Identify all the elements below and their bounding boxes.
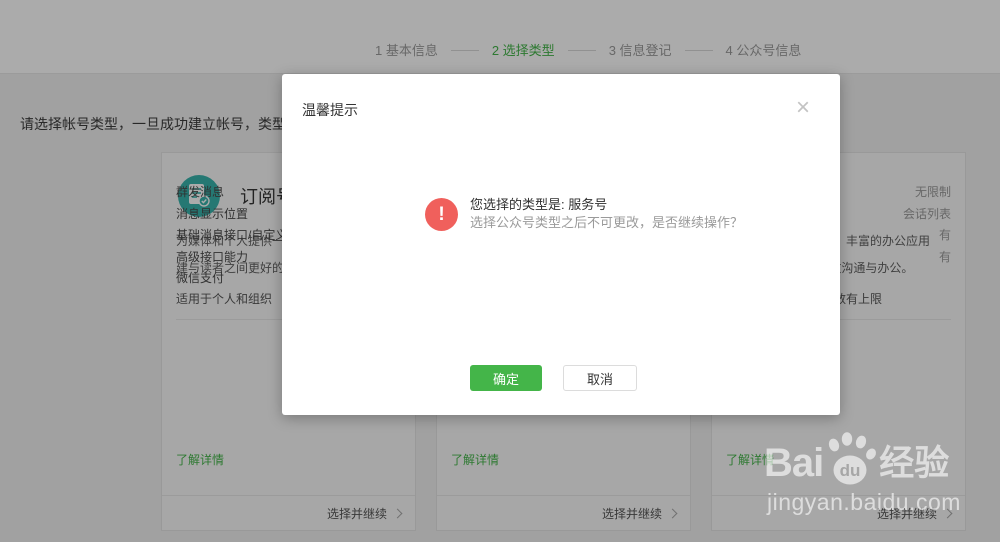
confirm-dialog: 温馨提示 × ! 您选择的类型是: 服务号 选择公众号类型之后不可更改，是否继续… xyxy=(282,74,840,415)
alert-icon: ! xyxy=(425,198,458,231)
dialog-title: 温馨提示 xyxy=(302,102,358,118)
confirm-button[interactable]: 确定 xyxy=(470,365,542,391)
cancel-button[interactable]: 取消 xyxy=(563,365,637,391)
close-icon[interactable]: × xyxy=(796,96,810,120)
dialog-message-body: 选择公众号类型之后不可更改，是否继续操作？ xyxy=(470,215,743,231)
dialog-message-title: 您选择的类型是: 服务号 xyxy=(470,197,607,213)
